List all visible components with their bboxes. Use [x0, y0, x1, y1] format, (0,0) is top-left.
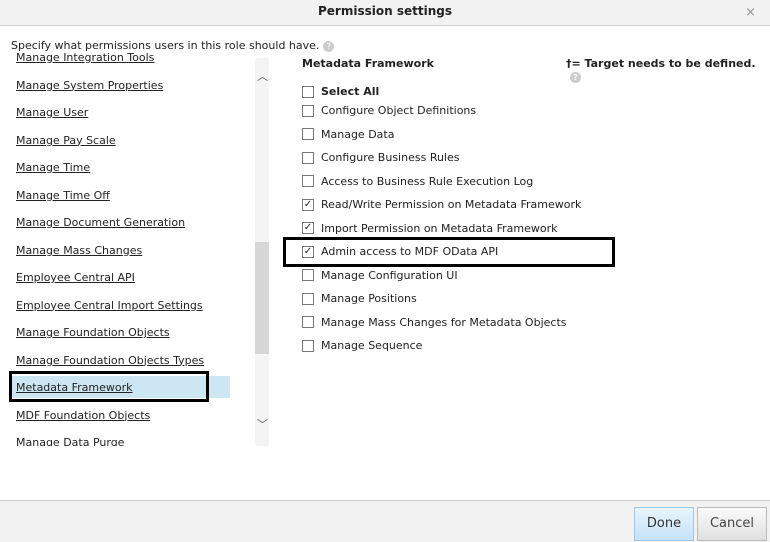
permission-checkbox[interactable]: Manage Data — [302, 128, 394, 141]
permission-label: Manage Configuration UI — [321, 268, 458, 282]
category-item[interactable]: Manage Data Purge — [16, 436, 124, 446]
done-button[interactable]: Done — [634, 507, 694, 541]
checkbox-icon[interactable] — [302, 339, 314, 352]
annotation-box-permission — [283, 237, 615, 267]
permission-checkbox[interactable]: Manage Configuration UI — [302, 269, 458, 282]
permission-label: Import Permission on Metadata Framework — [321, 221, 558, 235]
permission-label: Configure Object Definitions — [321, 104, 477, 117]
category-item[interactable]: Manage Time Off — [16, 189, 110, 202]
checkbox-icon[interactable] — [302, 104, 314, 117]
checkmark-icon[interactable]: ✓ — [302, 198, 314, 211]
checkbox-icon[interactable] — [302, 151, 314, 164]
dialog-titlebar: Permission settings × — [0, 0, 770, 26]
checkbox-icon[interactable] — [302, 128, 314, 140]
permission-label: Manage Positions — [321, 292, 417, 305]
category-item[interactable]: Manage Time — [16, 161, 90, 174]
permission-checkbox[interactable]: Manage Sequence — [302, 339, 422, 352]
dialog-title: Permission settings — [318, 4, 452, 18]
permission-checkbox[interactable]: ✓ Import Permission on Metadata Framework — [302, 222, 558, 235]
checkbox-icon[interactable] — [302, 269, 314, 281]
category-item[interactable]: Employee Central Import Settings — [16, 299, 203, 312]
checkmark-icon[interactable]: ✓ — [302, 222, 314, 234]
permission-label: Configure Business Rules — [321, 151, 460, 164]
category-item[interactable]: Manage System Properties — [16, 79, 163, 92]
category-item[interactable]: Employee Central API — [16, 271, 135, 284]
checkbox-icon[interactable] — [302, 175, 314, 187]
permission-label: Manage Data — [321, 127, 395, 141]
close-icon[interactable]: × — [745, 5, 756, 20]
annotation-box-category — [9, 371, 209, 402]
cancel-button[interactable]: Cancel — [697, 507, 767, 541]
intro-label: Specify what permissions users in this r… — [11, 39, 320, 52]
category-item[interactable]: Manage Mass Changes — [16, 244, 142, 257]
permission-label: Manage Sequence — [321, 339, 423, 352]
category-item[interactable]: Manage Integration Tools — [16, 52, 154, 64]
list-scrollbar[interactable]: ︿ ﹀ — [255, 58, 269, 446]
select-all-checkbox[interactable]: Select All — [302, 85, 379, 98]
scrollbar-thumb[interactable] — [255, 242, 269, 354]
permission-checkbox[interactable]: Access to Business Rule Execution Log — [302, 175, 533, 188]
panel-title: Metadata Framework — [302, 57, 434, 70]
category-item[interactable]: Manage Foundation Objects Types — [16, 354, 204, 367]
checkbox-icon[interactable] — [302, 316, 314, 328]
scroll-up-icon[interactable]: ︿ — [257, 68, 268, 84]
permission-label: Read/Write Permission on Metadata Framew… — [321, 198, 582, 211]
permission-checkbox[interactable]: ✓ Read/Write Permission on Metadata Frame… — [302, 198, 581, 211]
intro-text: Specify what permissions users in this r… — [11, 39, 335, 52]
checkbox-icon[interactable] — [302, 292, 314, 305]
category-item[interactable]: Manage User — [16, 106, 88, 119]
help-icon[interactable]: ? — [323, 40, 335, 52]
permission-checkbox[interactable]: Manage Mass Changes for Metadata Objects — [302, 316, 567, 329]
target-note-text: †= Target needs to be defined. — [566, 57, 756, 70]
permission-checkbox[interactable]: Configure Business Rules — [302, 151, 460, 164]
permission-label: Manage Mass Changes for Metadata Objects — [321, 315, 567, 329]
select-all-label: Select All — [321, 85, 380, 98]
target-note: †= Target needs to be defined.? — [566, 57, 770, 83]
category-item[interactable]: Manage Foundation Objects — [16, 326, 170, 339]
checkbox-icon[interactable] — [302, 85, 314, 98]
category-item[interactable]: MDF Foundation Objects — [16, 409, 150, 422]
category-item[interactable]: Manage Document Generation — [16, 216, 185, 229]
permission-checkbox[interactable]: Manage Positions — [302, 292, 417, 305]
permission-label: Access to Business Rule Execution Log — [321, 174, 534, 188]
permission-checkbox[interactable]: Configure Object Definitions — [302, 104, 476, 117]
category-item[interactable]: Manage Pay Scale — [16, 134, 116, 147]
help-icon[interactable]: ? — [570, 71, 581, 83]
scroll-down-icon[interactable]: ﹀ — [257, 416, 268, 432]
